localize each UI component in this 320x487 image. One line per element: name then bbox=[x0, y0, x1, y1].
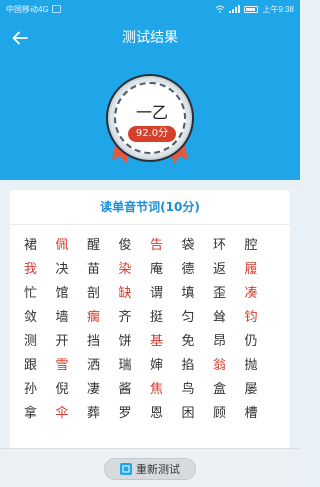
refresh-glyph-icon bbox=[122, 465, 130, 473]
character-cell[interactable]: 饼 bbox=[119, 330, 151, 354]
character-cell[interactable]: 罗 bbox=[119, 402, 151, 426]
character-cell-wrong[interactable]: 我 bbox=[24, 258, 56, 282]
character-cell-wrong[interactable]: 缺 bbox=[119, 282, 151, 306]
signal-icon bbox=[229, 5, 241, 13]
character-cell[interactable]: 葬 bbox=[87, 402, 119, 426]
section-title: 读单音节词(10分) bbox=[100, 200, 200, 214]
header: 测试结果 一乙 92.0分 bbox=[0, 18, 300, 180]
divider bbox=[10, 224, 290, 225]
character-cell-wrong[interactable]: 佩 bbox=[56, 234, 88, 258]
character-cell-wrong[interactable]: 凑 bbox=[245, 282, 277, 306]
character-cell[interactable]: 槽 bbox=[245, 402, 277, 426]
character-cell[interactable]: 裙 bbox=[24, 234, 56, 258]
medal-inner: 一乙 92.0分 bbox=[114, 82, 186, 154]
character-cell[interactable]: 昂 bbox=[213, 330, 245, 354]
character-cell[interactable]: 顾 bbox=[213, 402, 245, 426]
hd-icon bbox=[51, 5, 61, 13]
character-cell[interactable]: 挺 bbox=[150, 306, 182, 330]
character-cell[interactable]: 返 bbox=[213, 258, 245, 282]
character-cell[interactable]: 跟 bbox=[24, 354, 56, 378]
character-cell-wrong[interactable]: 雪 bbox=[56, 354, 88, 378]
character-cell[interactable]: 袋 bbox=[182, 234, 214, 258]
character-cell-wrong[interactable]: 告 bbox=[150, 234, 182, 258]
character-cell-wrong[interactable]: 瘸 bbox=[87, 306, 119, 330]
character-cell[interactable]: 酱 bbox=[119, 378, 151, 402]
status-left: 中国移动4G bbox=[6, 4, 61, 15]
character-cell[interactable]: 醒 bbox=[87, 234, 119, 258]
retest-label: 重新测试 bbox=[136, 463, 180, 476]
carrier-label: 中国移动4G bbox=[6, 4, 49, 14]
character-cell[interactable]: 匀 bbox=[182, 306, 214, 330]
character-cell[interactable]: 环 bbox=[213, 234, 245, 258]
character-cell[interactable]: 歪 bbox=[213, 282, 245, 306]
character-cell[interactable]: 抛 bbox=[245, 354, 277, 378]
character-cell[interactable]: 腔 bbox=[245, 234, 277, 258]
character-cell[interactable]: 拿 bbox=[24, 402, 56, 426]
result-medal: 一乙 92.0分 bbox=[106, 74, 194, 162]
character-cell[interactable]: 困 bbox=[182, 402, 214, 426]
character-cell[interactable]: 仍 bbox=[245, 330, 277, 354]
character-cell-wrong[interactable]: 钧 bbox=[245, 306, 277, 330]
character-cell[interactable]: 齐 bbox=[119, 306, 151, 330]
character-cell[interactable]: 凄 bbox=[87, 378, 119, 402]
character-cell[interactable]: 倪 bbox=[56, 378, 88, 402]
character-cell[interactable]: 敛 bbox=[24, 306, 56, 330]
character-cell-wrong[interactable]: 伞 bbox=[56, 402, 88, 426]
character-cell[interactable]: 耸 bbox=[213, 306, 245, 330]
character-cell[interactable]: 免 bbox=[182, 330, 214, 354]
character-cell[interactable]: 测 bbox=[24, 330, 56, 354]
character-cell[interactable]: 剖 bbox=[87, 282, 119, 306]
character-cell[interactable]: 德 bbox=[182, 258, 214, 282]
character-cell-wrong[interactable]: 基 bbox=[150, 330, 182, 354]
retest-button[interactable]: 重新测试 bbox=[104, 458, 196, 480]
result-card: 读单音节词(10分) 裙佩醒俊告袋环腔我决苗染庵德返履忙馆剖缺谓填歪凑敛墙瘸齐挺… bbox=[10, 190, 290, 487]
score-badge: 92.0分 bbox=[128, 126, 176, 142]
character-cell[interactable]: 挡 bbox=[87, 330, 119, 354]
status-bar: 中国移动4G 上午9:38 bbox=[0, 0, 300, 18]
character-cell[interactable]: 决 bbox=[56, 258, 88, 282]
character-cell[interactable]: 瑞 bbox=[119, 354, 151, 378]
character-cell[interactable]: 孙 bbox=[24, 378, 56, 402]
character-cell[interactable]: 庵 bbox=[150, 258, 182, 282]
character-cell[interactable]: 填 bbox=[182, 282, 214, 306]
character-cell-wrong[interactable]: 翁 bbox=[213, 354, 245, 378]
character-grid: 裙佩醒俊告袋环腔我决苗染庵德返履忙馆剖缺谓填歪凑敛墙瘸齐挺匀耸钧测开挡饼基免昂仍… bbox=[24, 234, 276, 426]
character-cell[interactable]: 忙 bbox=[24, 282, 56, 306]
character-cell[interactable]: 苗 bbox=[87, 258, 119, 282]
bottom-bar: 重新测试 bbox=[0, 448, 300, 487]
character-cell[interactable]: 谓 bbox=[150, 282, 182, 306]
battery-icon bbox=[244, 5, 259, 13]
character-cell[interactable]: 婶 bbox=[150, 354, 182, 378]
clock-label: 上午9:38 bbox=[262, 4, 294, 14]
retest-icon bbox=[120, 463, 132, 475]
character-cell[interactable]: 俊 bbox=[119, 234, 151, 258]
character-cell[interactable]: 盒 bbox=[213, 378, 245, 402]
character-cell[interactable]: 墙 bbox=[56, 306, 88, 330]
character-cell[interactable]: 恩 bbox=[150, 402, 182, 426]
character-cell-wrong[interactable]: 染 bbox=[119, 258, 151, 282]
character-cell[interactable]: 开 bbox=[56, 330, 88, 354]
page-title: 测试结果 bbox=[122, 30, 178, 46]
grade-label: 一乙 bbox=[135, 103, 168, 122]
character-cell[interactable]: 鸟 bbox=[182, 378, 214, 402]
character-cell[interactable]: 馆 bbox=[56, 282, 88, 306]
status-right: 上午9:38 bbox=[215, 4, 294, 15]
character-cell-wrong[interactable]: 焦 bbox=[150, 378, 182, 402]
character-cell[interactable]: 掐 bbox=[182, 354, 214, 378]
wifi-icon bbox=[216, 5, 225, 13]
character-cell[interactable]: 洒 bbox=[87, 354, 119, 378]
character-cell[interactable]: 屡 bbox=[245, 378, 277, 402]
character-cell-wrong[interactable]: 履 bbox=[245, 258, 277, 282]
